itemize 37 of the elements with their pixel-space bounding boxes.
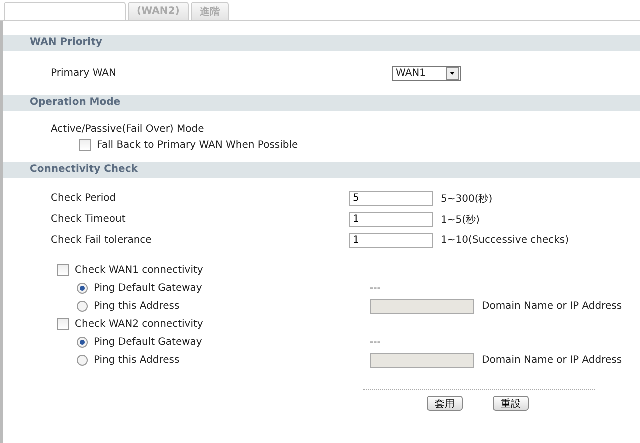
caret-icon	[446, 66, 459, 80]
section-header: Connectivity Check	[3, 162, 640, 178]
field-label: Check Period	[51, 193, 118, 204]
section-header: Operation Mode	[3, 95, 640, 111]
form-button[interactable]: 重設	[493, 396, 529, 411]
checkbox[interactable]	[57, 318, 69, 330]
checkbox[interactable]	[57, 264, 69, 276]
checkbox-label: Check WAN1 connectivity	[75, 264, 204, 276]
field-hint: Domain Name or IP Address	[482, 354, 622, 366]
tab[interactable]	[4, 2, 126, 20]
radio-label: Ping Default Gateway	[94, 336, 202, 348]
range-hint: 1~10(Successive checks)	[441, 235, 570, 246]
radio-label: Ping this Address	[94, 300, 180, 312]
radio-button[interactable]	[77, 282, 88, 294]
radio-button[interactable]	[77, 336, 88, 348]
gateway-value: ---	[370, 336, 381, 348]
field-hint: Domain Name or IP Address	[482, 300, 622, 312]
radio-button[interactable]	[77, 354, 88, 366]
checkbox-label: Fall Back to Primary WAN When Possible	[97, 140, 298, 150]
primary-wan-select[interactable]: WAN1	[392, 66, 461, 80]
input-field[interactable]: 1	[349, 212, 433, 227]
section-header: WAN Priority	[3, 35, 640, 51]
radio-label: Ping this Address	[94, 354, 180, 366]
gateway-value: ---	[370, 282, 381, 294]
input-field[interactable]: 1	[349, 233, 433, 248]
form-button[interactable]: 套用	[427, 396, 463, 411]
field-label: Primary WAN	[51, 68, 118, 78]
mode-label: Active/Passive(Fail Over) Mode	[51, 124, 204, 134]
field-label: Check Timeout	[51, 214, 127, 225]
input-field[interactable]: 5	[349, 191, 433, 206]
range-hint: 1~5(秒)	[441, 214, 480, 226]
checkbox[interactable]	[79, 139, 91, 151]
range-hint: 5~300(秒)	[441, 192, 493, 206]
checkbox-label: Check WAN2 connectivity	[75, 318, 204, 330]
radio-label: Ping Default Gateway	[94, 282, 202, 294]
radio-button[interactable]	[77, 300, 88, 312]
field-label: Check Fail tolerance	[51, 235, 153, 246]
